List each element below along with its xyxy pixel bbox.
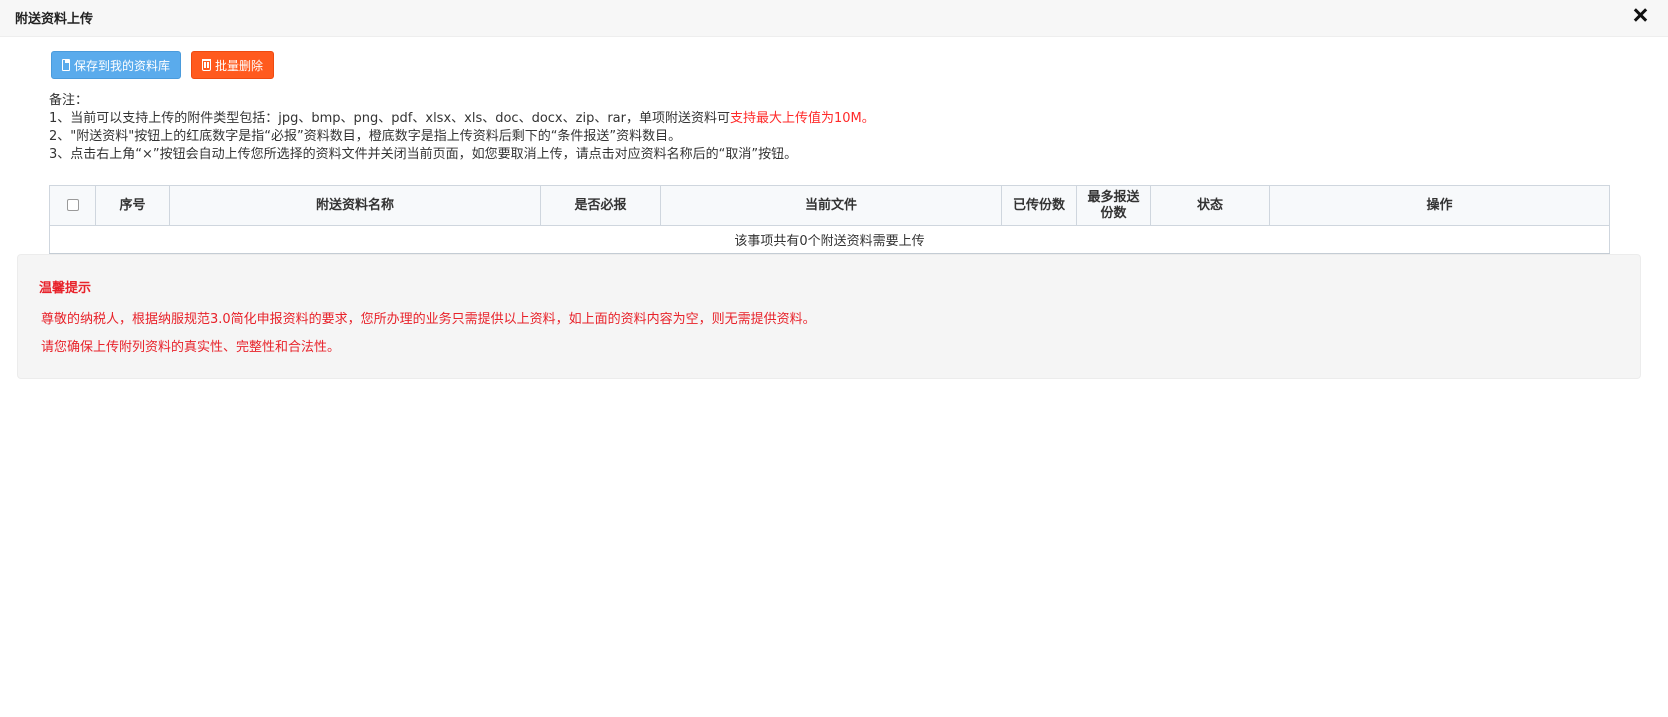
close-icon[interactable] — [1630, 4, 1650, 26]
notes-line-3: 3、点击右上角“×”按钮会自动上传您所选择的资料文件并关闭当前页面，如您要取消上… — [49, 147, 798, 162]
column-header-uploaded-count: 已传份数 — [1001, 185, 1077, 226]
column-header-current-file: 当前文件 — [660, 185, 1002, 226]
notes-line-1-highlight: 支持最大上传值为10M。 — [729, 111, 875, 126]
column-header-name: 附送资料名称 — [169, 185, 541, 226]
column-header-index: 序号 — [95, 185, 170, 226]
notes-heading: 备注： — [49, 93, 89, 108]
notes-line-2: 2、"附送资料"按钮上的红底数字是指“必报”资料数目，橙底数字是指上传资料后剩下… — [49, 129, 682, 144]
notes-line-1-text: 1、当前可以支持上传的附件类型包括：jpg、bmp、png、pdf、xlsx、x… — [49, 111, 730, 126]
notes-line-1: 1、当前可以支持上传的附件类型包括：jpg、bmp、png、pdf、xlsx、x… — [49, 110, 875, 128]
table-header-row: 序号 附送资料名称 是否必报 当前文件 已传份数 最多报送份数 状态 操作 — [49, 185, 1610, 226]
save-to-library-label: 保存到我的资料库 — [73, 58, 170, 73]
batch-delete-button[interactable]: 批量删除 — [191, 51, 274, 79]
select-all-cell — [49, 185, 96, 226]
batch-delete-label: 批量删除 — [214, 58, 263, 73]
column-header-actions: 操作 — [1269, 185, 1610, 226]
save-icon — [62, 59, 70, 71]
warm-tips-panel: 温馨提示 尊敬的纳税人，根据纳服规范3.0简化申报资料的要求，您所办理的业务只需… — [17, 254, 1641, 379]
notes: 备注： 1、当前可以支持上传的附件类型包括：jpg、bmp、png、pdf、xl… — [49, 92, 875, 164]
column-header-max-count: 最多报送份数 — [1076, 185, 1151, 226]
column-header-required: 是否必报 — [540, 185, 661, 226]
table-empty-row: 该事项共有0个附送资料需要上传 — [49, 225, 1610, 255]
warm-tips-title: 温馨提示 — [39, 281, 92, 296]
table-empty-message: 该事项共有0个附送资料需要上传 — [49, 225, 1610, 255]
trash-icon — [202, 59, 211, 71]
column-header-status: 状态 — [1150, 185, 1270, 226]
toolbar: 保存到我的资料库 批量删除 — [51, 51, 274, 79]
save-to-library-button[interactable]: 保存到我的资料库 — [51, 51, 181, 79]
dialog-title: 附送资料上传 — [15, 12, 94, 27]
warm-tips-line-2: 请您确保上传附列资料的真实性、完整性和合法性。 — [41, 340, 341, 355]
attachments-table: 序号 附送资料名称 是否必报 当前文件 已传份数 最多报送份数 状态 操作 该事… — [49, 185, 1610, 255]
dialog-titlebar: 附送资料上传 — [0, 0, 1668, 37]
warm-tips-line-1: 尊敬的纳税人，根据纳服规范3.0简化申报资料的要求，您所办理的业务只需提供以上资… — [41, 312, 816, 327]
select-all-checkbox[interactable] — [66, 199, 79, 211]
